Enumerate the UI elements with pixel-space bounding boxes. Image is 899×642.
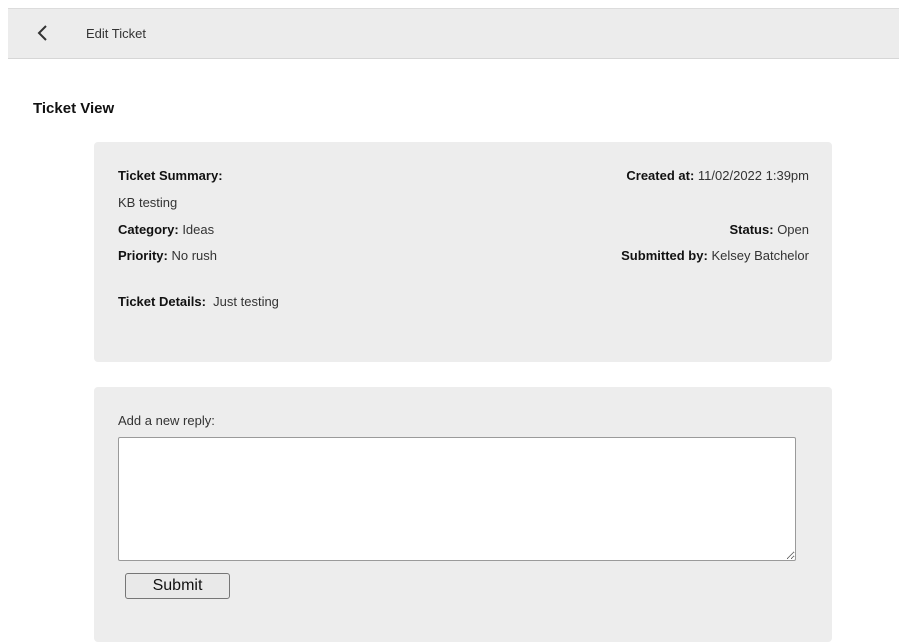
status-value: Open	[777, 222, 809, 237]
priority-label: Priority:	[118, 248, 168, 263]
submitted-by-field: Submitted by: Kelsey Batchelor	[621, 248, 809, 263]
created-at-field: Created at: 11/02/2022 1:39pm	[626, 168, 809, 183]
status-label: Status:	[729, 222, 774, 237]
section-heading: Ticket View	[33, 100, 115, 117]
category-value: Ideas	[182, 222, 215, 237]
submitted-by-label: Submitted by:	[621, 248, 708, 263]
created-at-value: 11/02/2022 1:39pm	[697, 168, 809, 183]
reply-label: Add a new reply:	[118, 413, 215, 428]
priority-value: No rush	[171, 248, 217, 263]
ticket-details-value: Just testing	[213, 294, 279, 309]
submit-button[interactable]: Submit	[125, 573, 230, 599]
reply-textarea[interactable]	[118, 437, 796, 561]
ticket-summary-label-text: Ticket Summary:	[118, 168, 223, 183]
chevron-left-icon	[37, 25, 47, 41]
category-field: Category: Ideas	[118, 222, 214, 237]
page-title: Edit Ticket	[86, 26, 146, 41]
ticket-details-card: Ticket Summary: KB testing Category: Ide…	[94, 142, 832, 362]
ticket-summary-value: KB testing	[118, 195, 178, 210]
ticket-details-field: Ticket Details: Just testing	[118, 294, 279, 309]
back-button[interactable]	[34, 23, 52, 43]
top-nav-bar: Edit Ticket	[8, 8, 899, 59]
created-at-label: Created at:	[626, 168, 695, 183]
priority-field: Priority: No rush	[118, 248, 217, 263]
category-label: Category:	[118, 222, 179, 237]
reply-card: Add a new reply: Submit	[94, 387, 832, 642]
submitted-by-value: Kelsey Batchelor	[711, 248, 809, 263]
status-field: Status: Open	[730, 222, 810, 237]
ticket-details-label: Ticket Details:	[118, 294, 206, 309]
ticket-summary-label: Ticket Summary:	[118, 168, 223, 183]
